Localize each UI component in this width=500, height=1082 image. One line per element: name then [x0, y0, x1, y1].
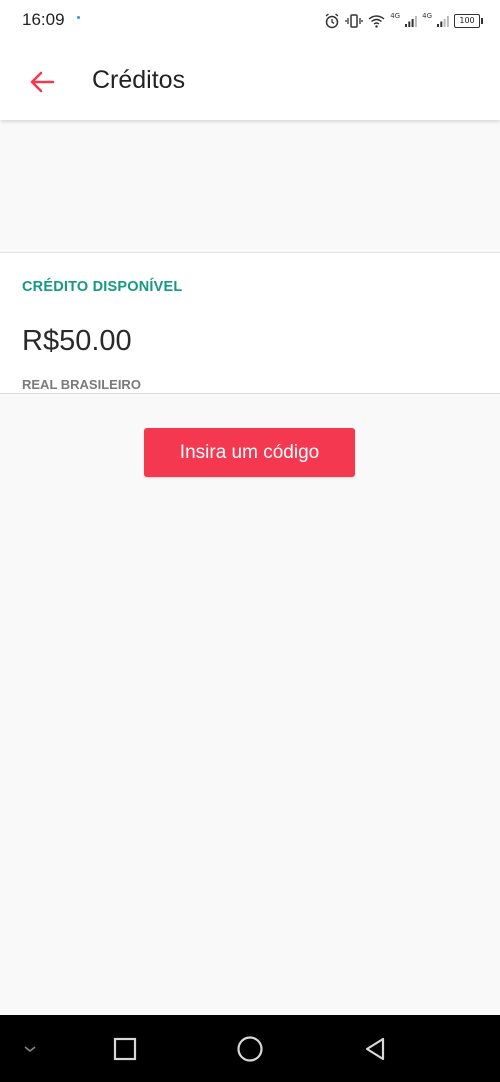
chevron-down-icon — [24, 1045, 36, 1052]
vibrate-icon — [345, 14, 363, 28]
status-icons: 4G 4G 100 — [324, 11, 483, 31]
header-spacer — [0, 120, 500, 252]
system-nav-bar — [0, 1015, 500, 1082]
status-time: 16:09 — [22, 10, 65, 29]
credit-currency: REAL BRASILEIRO — [22, 377, 141, 392]
network-label-2: 4G — [422, 12, 432, 20]
signal-icon — [437, 16, 449, 27]
wifi-icon — [368, 15, 385, 28]
nav-home-button[interactable] — [224, 1015, 276, 1082]
triangle-back-icon — [365, 1037, 385, 1060]
network-label-1: 4G — [390, 12, 401, 20]
credit-amount: R$50.00 — [22, 325, 132, 357]
signal-icon — [405, 16, 418, 27]
arrow-left-icon — [30, 71, 55, 93]
alarm-icon — [325, 13, 339, 29]
screen: 16:09 4G 4G 100 Créditos CRÉDITO DISPONÍ… — [0, 0, 500, 1082]
insert-code-button[interactable]: Insira um código — [144, 428, 355, 477]
credit-panel: CRÉDITO DISPONÍVEL R$50.00 REAL BRASILEI… — [0, 252, 500, 394]
app-bar: Créditos — [0, 42, 500, 120]
credit-label: CRÉDITO DISPONÍVEL — [22, 279, 183, 295]
page-title: Créditos — [92, 66, 186, 94]
battery-icon: 100 — [454, 14, 483, 28]
status-bar: 16:09 4G 4G 100 — [0, 0, 500, 42]
nav-collapse-button[interactable] — [10, 1015, 50, 1082]
back-button[interactable] — [22, 62, 62, 102]
notification-dot-icon — [77, 16, 80, 19]
square-icon — [113, 1037, 137, 1060]
circle-icon — [237, 1035, 263, 1062]
nav-back-button[interactable] — [350, 1015, 400, 1082]
nav-recents-button[interactable] — [100, 1015, 150, 1082]
